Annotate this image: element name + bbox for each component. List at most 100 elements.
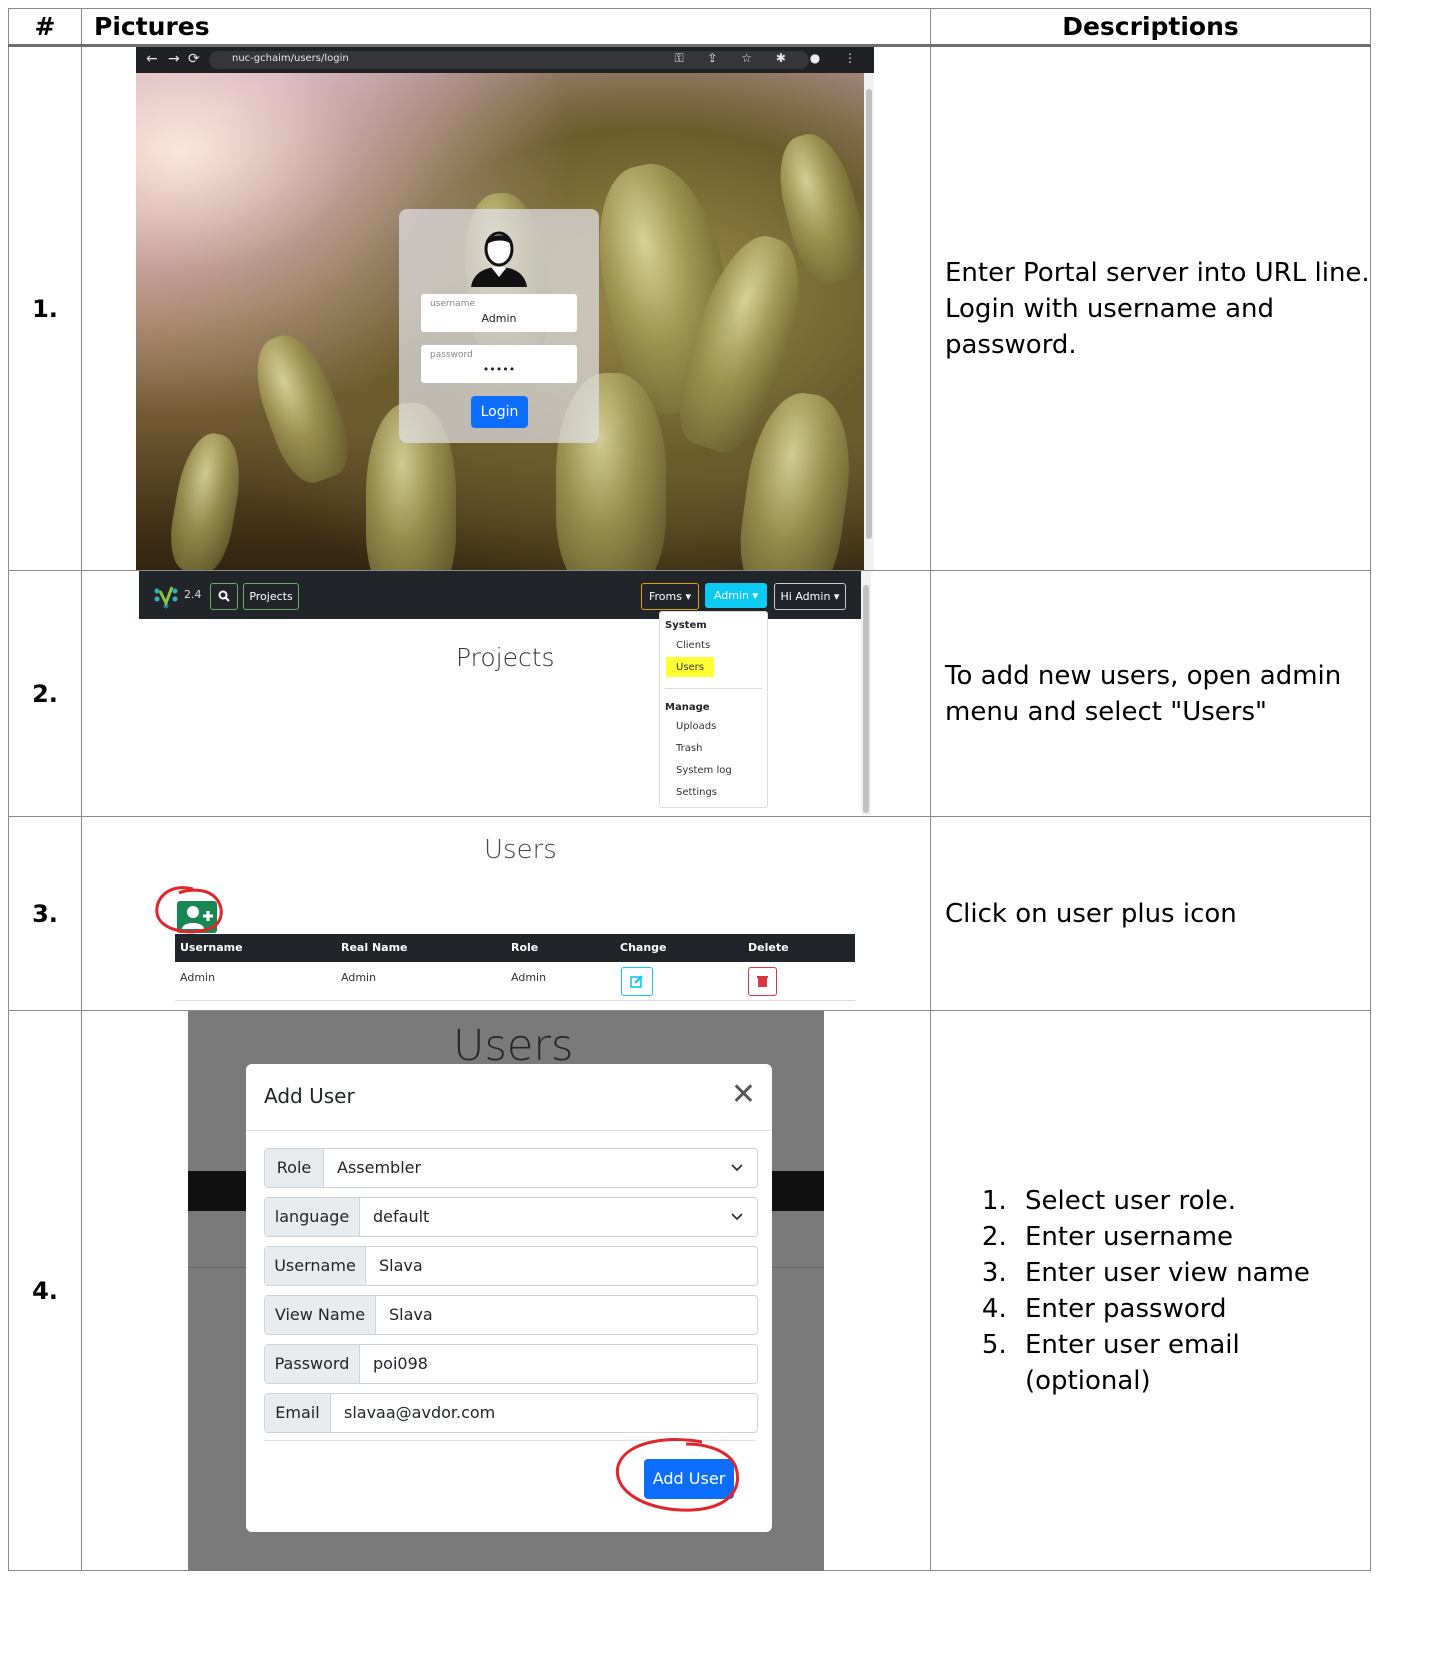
step-picture-cell: ← → ⟳ nuc-gchaim/users/login ⚿ ⇪ ☆ ✱ ● ⋮ — [81, 45, 931, 571]
add-user-submit-button[interactable]: Add User — [644, 1459, 734, 1499]
chevron-down-icon — [731, 1164, 743, 1172]
view-name-value: Slava — [389, 1305, 433, 1324]
menu-header-system: System — [665, 620, 707, 631]
role-value: Assembler — [337, 1158, 422, 1177]
users-table-header: Username Real Name Role Change Delete — [175, 934, 855, 962]
users-list-screenshot: Users Username Real Name Role Change Del… — [139, 817, 869, 1009]
step-row-4: 4. Users Add User ✕ Role Assembler langu… — [8, 1010, 1371, 1571]
list-item: Enter password — [1015, 1291, 1370, 1327]
forward-icon[interactable]: → — [168, 51, 180, 67]
list-item: Select user role. — [1015, 1183, 1370, 1219]
step-number: 4. — [8, 1010, 82, 1571]
step-row-2: 2. 2.4 Projects Froms ▾ Admin ▾ Hi Admin… — [8, 570, 1371, 817]
list-item: Enter user email (optional) — [1015, 1327, 1370, 1399]
step-picture-cell: Users Add User ✕ Role Assembler language — [81, 1010, 931, 1571]
menu-item-trash[interactable]: Trash — [676, 743, 702, 754]
language-select[interactable]: language default — [264, 1197, 758, 1237]
reload-icon[interactable]: ⟳ — [188, 51, 200, 67]
table-cell: Admin — [180, 971, 216, 984]
login-form: username Admin password ••••• Login — [399, 209, 599, 443]
add-user-modal: Add User ✕ Role Assembler language defau… — [246, 1064, 772, 1532]
header-number: # — [8, 8, 82, 47]
chevron-down-icon — [731, 1213, 743, 1221]
column-header: Role — [511, 941, 539, 954]
email-field[interactable]: Email slavaa@avdor.com — [264, 1393, 758, 1433]
email-value: slavaa@avdor.com — [344, 1403, 496, 1422]
step-row-1: 1. ← → ⟳ nuc-gchaim/users/login ⚿ ⇪ ☆ ✱ … — [8, 45, 1371, 571]
step-description: Click on user plus icon — [930, 816, 1371, 1011]
menu-item-settings[interactable]: Settings — [676, 787, 717, 798]
page-title: Projects — [456, 643, 555, 672]
view-name-label: View Name — [265, 1296, 376, 1334]
close-icon[interactable]: ✕ — [731, 1080, 756, 1110]
table-cell: Admin — [511, 971, 547, 984]
search-icon — [218, 590, 230, 602]
add-user-screenshot: Users Add User ✕ Role Assembler language — [82, 1011, 930, 1571]
user-dropdown-button[interactable]: Hi Admin ▾ — [774, 583, 846, 610]
list-item: Enter username — [1015, 1219, 1370, 1255]
browser-toolbar: ← → ⟳ nuc-gchaim/users/login ⚿ ⇪ ☆ ✱ ● ⋮ — [136, 47, 874, 73]
table-row-divider — [175, 1000, 855, 1001]
column-header: Change — [620, 941, 667, 954]
description-line: Click on user plus icon — [945, 898, 1237, 929]
admin-dropdown-menu: System Clients Users Manage Uploads Tras… — [659, 611, 768, 808]
app-logo-icon — [154, 586, 178, 609]
edit-icon — [630, 975, 643, 988]
view-name-field[interactable]: View Name Slava — [264, 1295, 758, 1335]
version-label: 2.4 — [184, 588, 202, 601]
description-line: To add new users, open admin — [945, 660, 1342, 691]
description-line: Login with username and password. — [945, 293, 1274, 360]
list-item: Enter user view name — [1015, 1255, 1370, 1291]
password-input[interactable]: password ••••• — [421, 345, 577, 383]
instruction-list: Select user role. Enter username Enter u… — [945, 1183, 1370, 1399]
modal-title: Add User — [264, 1084, 355, 1108]
password-value: poi098 — [373, 1354, 428, 1373]
admin-menu-screenshot: 2.4 Projects Froms ▾ Admin ▾ Hi Admin ▾ … — [139, 571, 871, 815]
header-pictures: Pictures — [81, 8, 931, 47]
column-header: Delete — [748, 941, 789, 954]
step-picture-cell: Users Username Real Name Role Change Del… — [81, 816, 931, 1011]
browser-action-icons[interactable]: ⚿ ⇪ ☆ ✱ ● ⋮ — [674, 51, 866, 66]
role-select[interactable]: Role Assembler — [264, 1148, 758, 1188]
add-user-button[interactable] — [177, 901, 217, 933]
menu-item-uploads[interactable]: Uploads — [676, 721, 716, 732]
modal-header: Add User ✕ — [246, 1064, 772, 1131]
step-picture-cell: 2.4 Projects Froms ▾ Admin ▾ Hi Admin ▾ … — [81, 570, 931, 817]
step-number: 2. — [8, 570, 82, 817]
column-header: Real Name — [341, 941, 408, 954]
scrollbar[interactable] — [861, 571, 871, 815]
delete-user-button[interactable] — [748, 967, 777, 996]
instructions-table: # Pictures Descriptions 1. ← → ⟳ nuc-gch… — [8, 8, 1371, 1571]
search-button[interactable] — [210, 583, 238, 610]
menu-item-system-log[interactable]: System log — [676, 765, 732, 776]
user-avatar-icon — [471, 231, 527, 287]
edit-user-button[interactable] — [621, 967, 653, 996]
username-input[interactable]: username Admin — [421, 294, 577, 332]
login-button[interactable]: Login — [471, 396, 528, 428]
menu-item-users[interactable]: Users — [666, 657, 715, 677]
projects-button[interactable]: Projects — [243, 583, 299, 610]
scrollbar[interactable] — [864, 73, 874, 570]
role-label: Role — [265, 1149, 324, 1187]
table-cell: Admin — [341, 971, 377, 984]
trash-icon — [757, 976, 768, 987]
step-number: 1. — [8, 45, 82, 571]
back-icon[interactable]: ← — [146, 51, 158, 67]
step-description: Enter Portal server into URL line. Login… — [930, 45, 1371, 571]
description-line: Enter Portal server into URL line. — [945, 257, 1370, 288]
description-line: menu and select "Users" — [945, 696, 1267, 727]
menu-item-clients[interactable]: Clients — [676, 640, 710, 651]
froms-dropdown-button[interactable]: Froms ▾ — [641, 583, 699, 610]
language-value: default — [373, 1207, 430, 1226]
language-label: language — [265, 1198, 360, 1236]
column-header: Username — [180, 941, 243, 954]
password-field[interactable]: Password poi098 — [264, 1344, 758, 1384]
username-value: Slava — [379, 1256, 423, 1275]
admin-dropdown-button[interactable]: Admin ▾ — [705, 583, 767, 608]
header-descriptions: Descriptions — [930, 8, 1371, 47]
username-field[interactable]: Username Slava — [264, 1246, 758, 1286]
page-title: Users — [484, 835, 557, 865]
step-number: 3. — [8, 816, 82, 1011]
step-description: To add new users, open admin menu and se… — [930, 570, 1371, 817]
step-description: Select user role. Enter username Enter u… — [930, 1010, 1371, 1571]
